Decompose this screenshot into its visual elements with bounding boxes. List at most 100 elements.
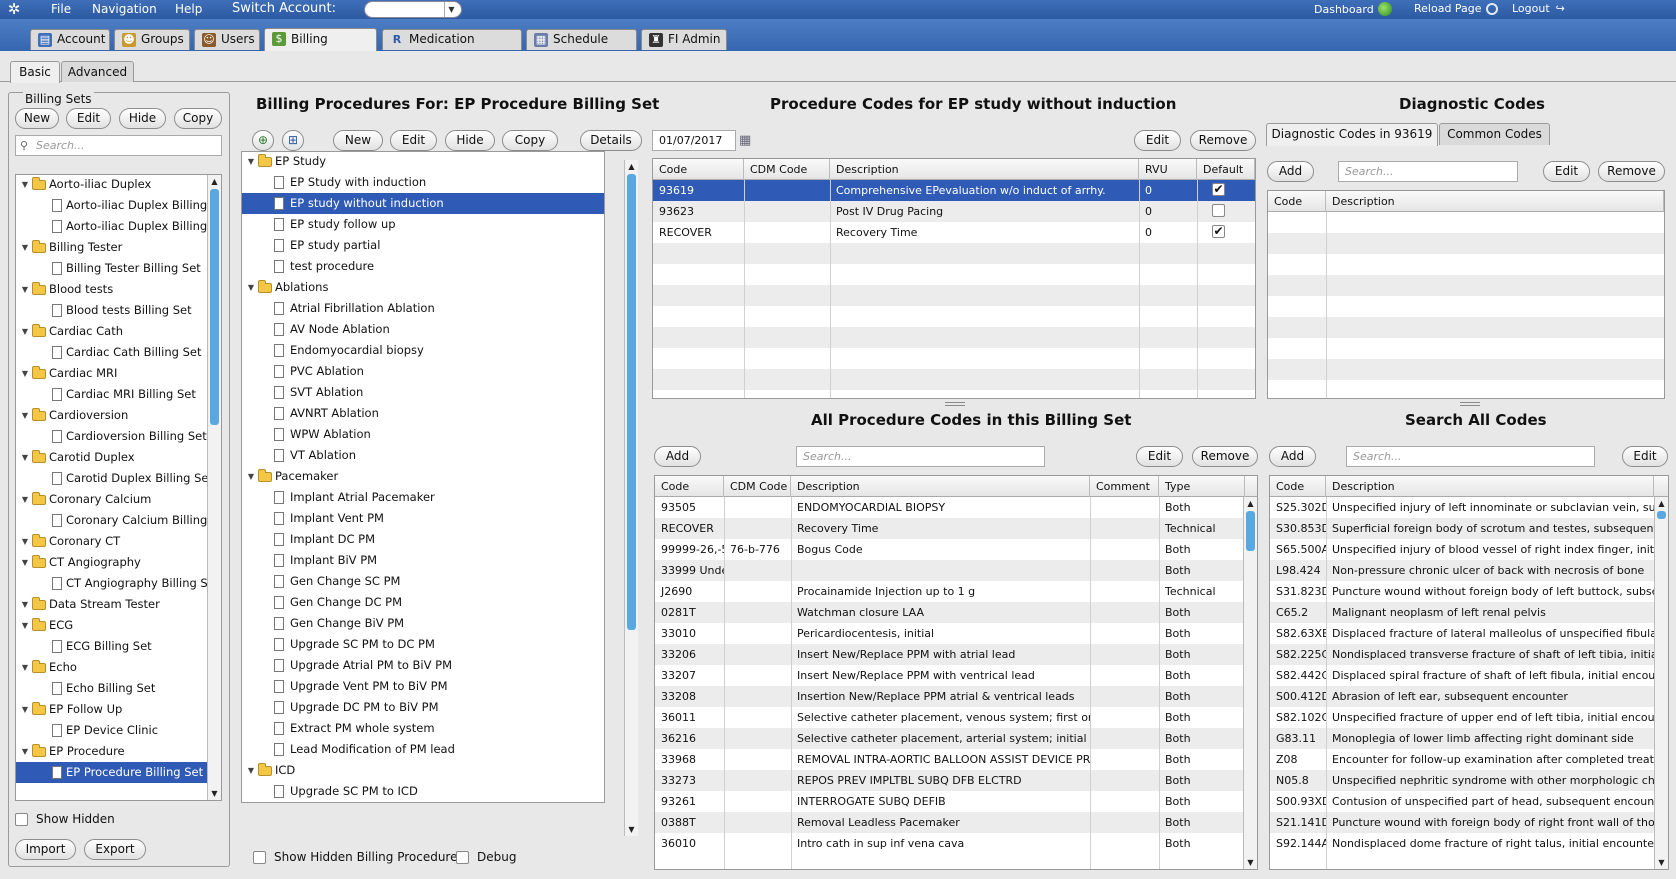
tree-folder-item[interactable]: ▼ CT Angiography: [16, 552, 221, 573]
expand-triangle-icon[interactable]: ▼: [246, 152, 256, 172]
debug-checkbox[interactable]: [456, 851, 469, 864]
expand-triangle-icon[interactable]: ▼: [20, 321, 30, 342]
show-hidden-checkbox[interactable]: [15, 813, 28, 826]
all-codes-search-input[interactable]: Search...: [796, 446, 1045, 467]
proc-code-remove-button[interactable]: Remove: [1190, 130, 1256, 151]
tree-folder-item[interactable]: ▼ ECG: [16, 615, 221, 636]
expand-triangle-icon[interactable]: ▼: [20, 405, 30, 426]
column-header[interactable]: Code: [653, 159, 744, 180]
menu-help[interactable]: Help: [175, 2, 202, 16]
scroll-thumb[interactable]: [1657, 511, 1666, 519]
search-all-add-button[interactable]: Add: [1269, 446, 1316, 467]
date-field[interactable]: 01/07/2017: [652, 130, 736, 151]
scroll-thumb[interactable]: [627, 174, 636, 630]
billing-set-copy-button[interactable]: Copy: [174, 108, 222, 129]
table-row[interactable]: C65.2 Malignant neoplasm of left renal pe…: [1270, 602, 1668, 623]
table-row[interactable]: 33999 Undef Both: [655, 560, 1257, 581]
tree-leaf-item[interactable]: Coronary Calcium Billing Set: [16, 510, 221, 531]
table-row[interactable]: L98.424 Non-pressure chronic ulcer of bac…: [1270, 560, 1668, 581]
column-header[interactable]: Code: [655, 476, 724, 497]
add-procedure-icon[interactable]: ⊞: [282, 130, 304, 151]
tree-folder-item[interactable]: ▼ EP Study: [242, 152, 604, 172]
expand-triangle-icon[interactable]: ▼: [20, 657, 30, 678]
show-hidden-procedures-checkbox[interactable]: [253, 851, 266, 864]
expand-triangle-icon[interactable]: ▼: [20, 741, 30, 762]
calendar-icon[interactable]: ▦: [739, 133, 751, 148]
expand-triangle-icon[interactable]: ▼: [246, 760, 256, 781]
tree-folder-item[interactable]: ▼ EP Follow Up: [16, 699, 221, 720]
scroll-up-icon[interactable]: ▲: [208, 175, 221, 188]
table-row[interactable]: [1268, 212, 1664, 233]
column-header[interactable]: Code: [1268, 191, 1326, 212]
billing-sets-scrollbar[interactable]: ▲ ▼: [207, 175, 221, 800]
expand-triangle-icon[interactable]: ▼: [20, 279, 30, 300]
expand-triangle-icon[interactable]: ▼: [20, 531, 30, 552]
tab-fi-admin[interactable]: ♜ FI Admin: [641, 29, 727, 50]
billing-set-new-button[interactable]: New: [15, 108, 59, 129]
table-row[interactable]: 33273 REPOS PREV IMPLTBL SUBQ DFB ELCTRD B…: [655, 770, 1257, 791]
tree-folder-item[interactable]: ▼ Coronary CT: [16, 531, 221, 552]
menu-navigation[interactable]: Navigation: [92, 2, 157, 16]
tree-leaf-item[interactable]: EP study partial: [242, 235, 604, 256]
tree-leaf-item[interactable]: Upgrade SC PM to ICD: [242, 781, 604, 802]
tree-leaf-item[interactable]: Billing Tester Billing Set: [16, 258, 221, 279]
table-row[interactable]: N05.8 Unspecified nephritic syndrome with…: [1270, 770, 1668, 791]
column-header[interactable]: Code: [1270, 476, 1326, 497]
tree-leaf-item[interactable]: WPW Ablation: [242, 424, 604, 445]
proc-code-edit-button[interactable]: Edit: [1134, 130, 1181, 151]
column-header[interactable]: CDM Code: [744, 159, 830, 180]
diagnostic-codes-table[interactable]: Code Description: [1267, 190, 1665, 399]
dashboard-link[interactable]: Dashboard: [1314, 2, 1392, 16]
expand-triangle-icon[interactable]: ▼: [20, 237, 30, 258]
expand-triangle-icon[interactable]: ▼: [20, 447, 30, 468]
column-header[interactable]: Type: [1159, 476, 1245, 497]
column-header[interactable]: Comment: [1090, 476, 1159, 497]
procedures-scrollbar[interactable]: ▲ ▼: [624, 160, 638, 836]
table-row[interactable]: 93261 INTERROGATE SUBQ DEFIB Both: [655, 791, 1257, 812]
tree-leaf-item[interactable]: Cardioversion Billing Set: [16, 426, 221, 447]
tree-leaf-item[interactable]: Upgrade Atrial PM to BiV PM: [242, 655, 604, 676]
table-row[interactable]: 33010 Pericardiocentesis, initial Both: [655, 623, 1257, 644]
table-row[interactable]: [1268, 317, 1664, 338]
column-header[interactable]: Description: [1326, 191, 1664, 212]
diag-edit-button[interactable]: Edit: [1543, 161, 1590, 182]
tree-leaf-item[interactable]: CT Angiography Billing Set: [16, 573, 221, 594]
column-header[interactable]: Description: [791, 476, 1090, 497]
table-row[interactable]: S92.144A Nondisplaced dome fracture of ri…: [1270, 833, 1668, 854]
tree-leaf-item[interactable]: Upgrade SC PM to DC PM: [242, 634, 604, 655]
default-checkbox[interactable]: ✔: [1212, 225, 1225, 238]
table-row[interactable]: RECOVER Recovery Time Technical: [655, 518, 1257, 539]
tree-folder-item[interactable]: ▼ Blood tests: [16, 279, 221, 300]
procedure-new-button[interactable]: New: [333, 130, 383, 151]
default-checkbox[interactable]: [1212, 204, 1225, 217]
table-row[interactable]: S00.412D Abrasion of left ear, subsequent…: [1270, 686, 1668, 707]
tree-leaf-item[interactable]: EP Device Clinic: [16, 720, 221, 741]
table-row[interactable]: 33206 Insert New/Replace PPM with atrial …: [655, 644, 1257, 665]
scroll-down-icon[interactable]: ▼: [625, 823, 638, 836]
tree-folder-item[interactable]: ▼ Pacemaker: [242, 466, 604, 487]
procedure-hide-button[interactable]: Hide: [445, 130, 495, 151]
all-procedure-codes-table[interactable]: Code CDM Code Description Comment Type 93505 E…: [654, 475, 1258, 870]
tree-leaf-item[interactable]: EP Procedure Billing Set: [16, 762, 221, 783]
search-all-edit-button[interactable]: Edit: [1622, 446, 1668, 467]
table-row[interactable]: S00.93XD Contusion of unspecified part of…: [1270, 791, 1668, 812]
splitter-handle[interactable]: [1460, 402, 1480, 406]
table-row[interactable]: G83.11 Monoplegia of lower limb affecting…: [1270, 728, 1668, 749]
diag-search-input[interactable]: Search...: [1338, 161, 1518, 182]
expand-triangle-icon[interactable]: ▼: [20, 615, 30, 636]
expand-triangle-icon[interactable]: ▼: [20, 552, 30, 573]
billing-sets-tree[interactable]: ▼ Aorto-iliac Duplex Aorto-iliac Duplex Bi…: [15, 174, 222, 801]
scroll-thumb[interactable]: [210, 189, 219, 425]
all-codes-edit-button[interactable]: Edit: [1136, 446, 1183, 467]
table-row[interactable]: [1268, 359, 1664, 380]
table-row[interactable]: [1268, 254, 1664, 275]
tree-leaf-item[interactable]: EP study follow up: [242, 214, 604, 235]
tree-leaf-item[interactable]: Cardiac Cath Billing Set: [16, 342, 221, 363]
tab-account[interactable]: ▤ Account: [30, 29, 110, 50]
scroll-up-icon[interactable]: ▲: [1244, 497, 1257, 510]
tree-leaf-item[interactable]: Upgrade Vent PM to BiV PM: [242, 676, 604, 697]
logout-link[interactable]: Logout ↪: [1512, 2, 1565, 15]
procedure-details-button[interactable]: Details: [580, 130, 642, 151]
tree-folder-item[interactable]: ▼ ICD: [242, 760, 604, 781]
table-row[interactable]: 36010 Intro cath in sup inf vena cava Both: [655, 833, 1257, 854]
